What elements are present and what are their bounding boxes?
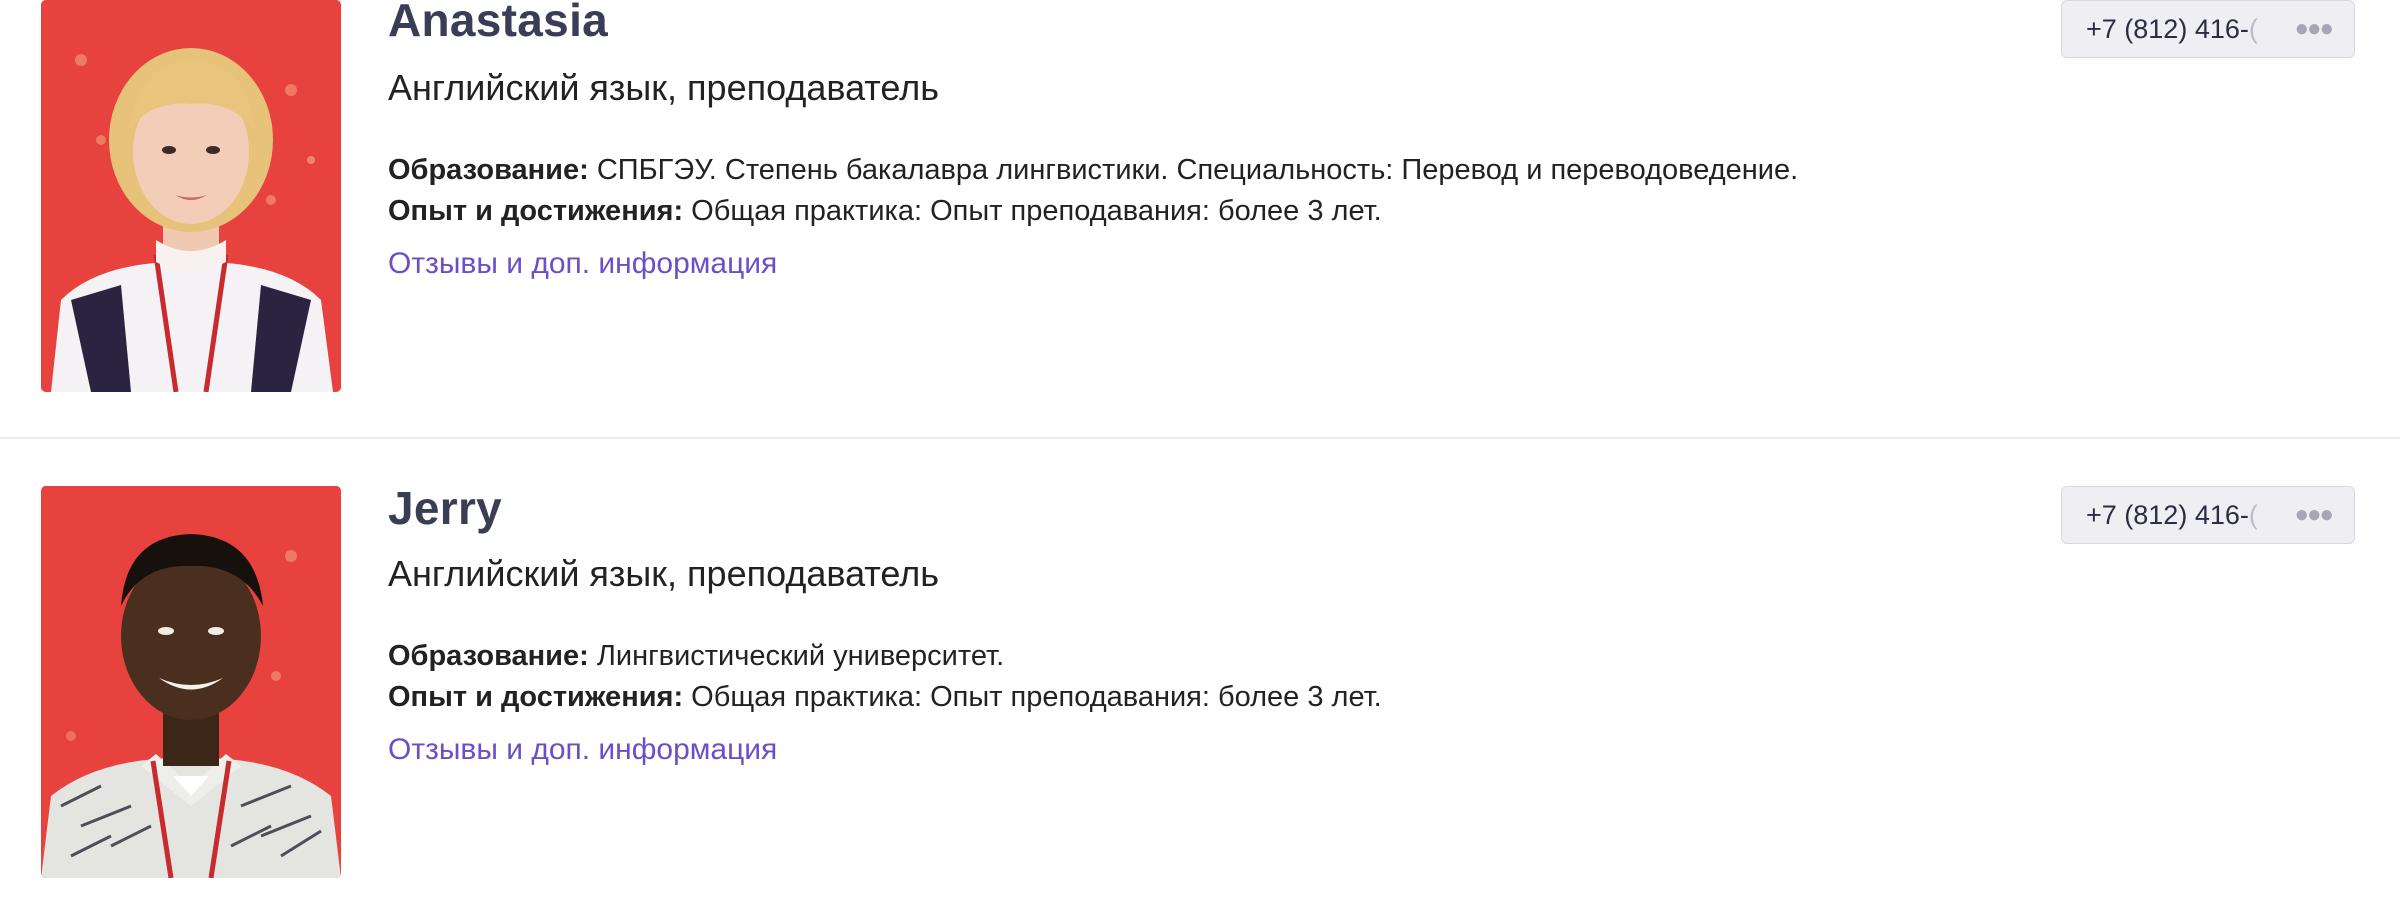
teacher-photo — [41, 486, 341, 878]
teacher-role: Английский язык, преподаватель — [388, 553, 939, 594]
experience-line: Опыт и достижения: Общая практика: Опыт … — [388, 191, 1798, 232]
education-line: Образование: СПБГЭУ. Степень бакалавра л… — [388, 150, 1798, 191]
phone-number: +7 (812) 416- — [2086, 500, 2249, 530]
teacher-role: Английский язык, преподаватель — [388, 67, 939, 108]
reviews-link[interactable]: Отзывы и доп. информация — [388, 244, 777, 284]
teacher-name: Anastasia — [388, 0, 609, 46]
experience-line: Опыт и достижения: Общая практика: Опыт … — [388, 677, 1382, 718]
teacher-info: Образование: СПБГЭУ. Степень бакалавра л… — [388, 150, 1798, 232]
reviews-link[interactable]: Отзывы и доп. информация — [388, 730, 777, 770]
education-label: Образование: — [388, 640, 597, 672]
phone-number-hidden: ( — [2248, 14, 2258, 44]
more-dots-icon: ●●● — [2294, 501, 2334, 528]
education-text: Лингвистический университет. — [596, 640, 1005, 672]
teacher-info: Образование: Лингвистический университет… — [388, 636, 1382, 718]
show-phone-button[interactable]: +7 (812) 416-( ●●● — [2061, 0, 2355, 58]
experience-text: Общая практика: Опыт преподавания: более… — [691, 681, 1382, 713]
education-label: Образование: — [388, 154, 597, 186]
experience-label: Опыт и достижения: — [388, 195, 692, 227]
experience-label: Опыт и достижения: — [388, 681, 692, 713]
phone-number: +7 (812) 416- — [2086, 14, 2249, 44]
teacher-card: Anastasia Английский язык, преподаватель… — [0, 0, 2400, 432]
teacher-card: Jerry Английский язык, преподаватель Обр… — [0, 478, 2400, 918]
card-divider — [0, 437, 2400, 439]
teacher-photo — [41, 0, 341, 392]
education-line: Образование: Лингвистический университет… — [388, 636, 1382, 677]
show-phone-button[interactable]: +7 (812) 416-( ●●● — [2061, 486, 2355, 544]
teacher-name: Jerry — [388, 482, 503, 534]
phone-number-hidden: ( — [2248, 500, 2258, 530]
more-dots-icon: ●●● — [2294, 15, 2334, 42]
experience-text: Общая практика: Опыт преподавания: более… — [691, 195, 1382, 227]
education-text: СПБГЭУ. Степень бакалавра лингвистики. С… — [596, 154, 1799, 186]
